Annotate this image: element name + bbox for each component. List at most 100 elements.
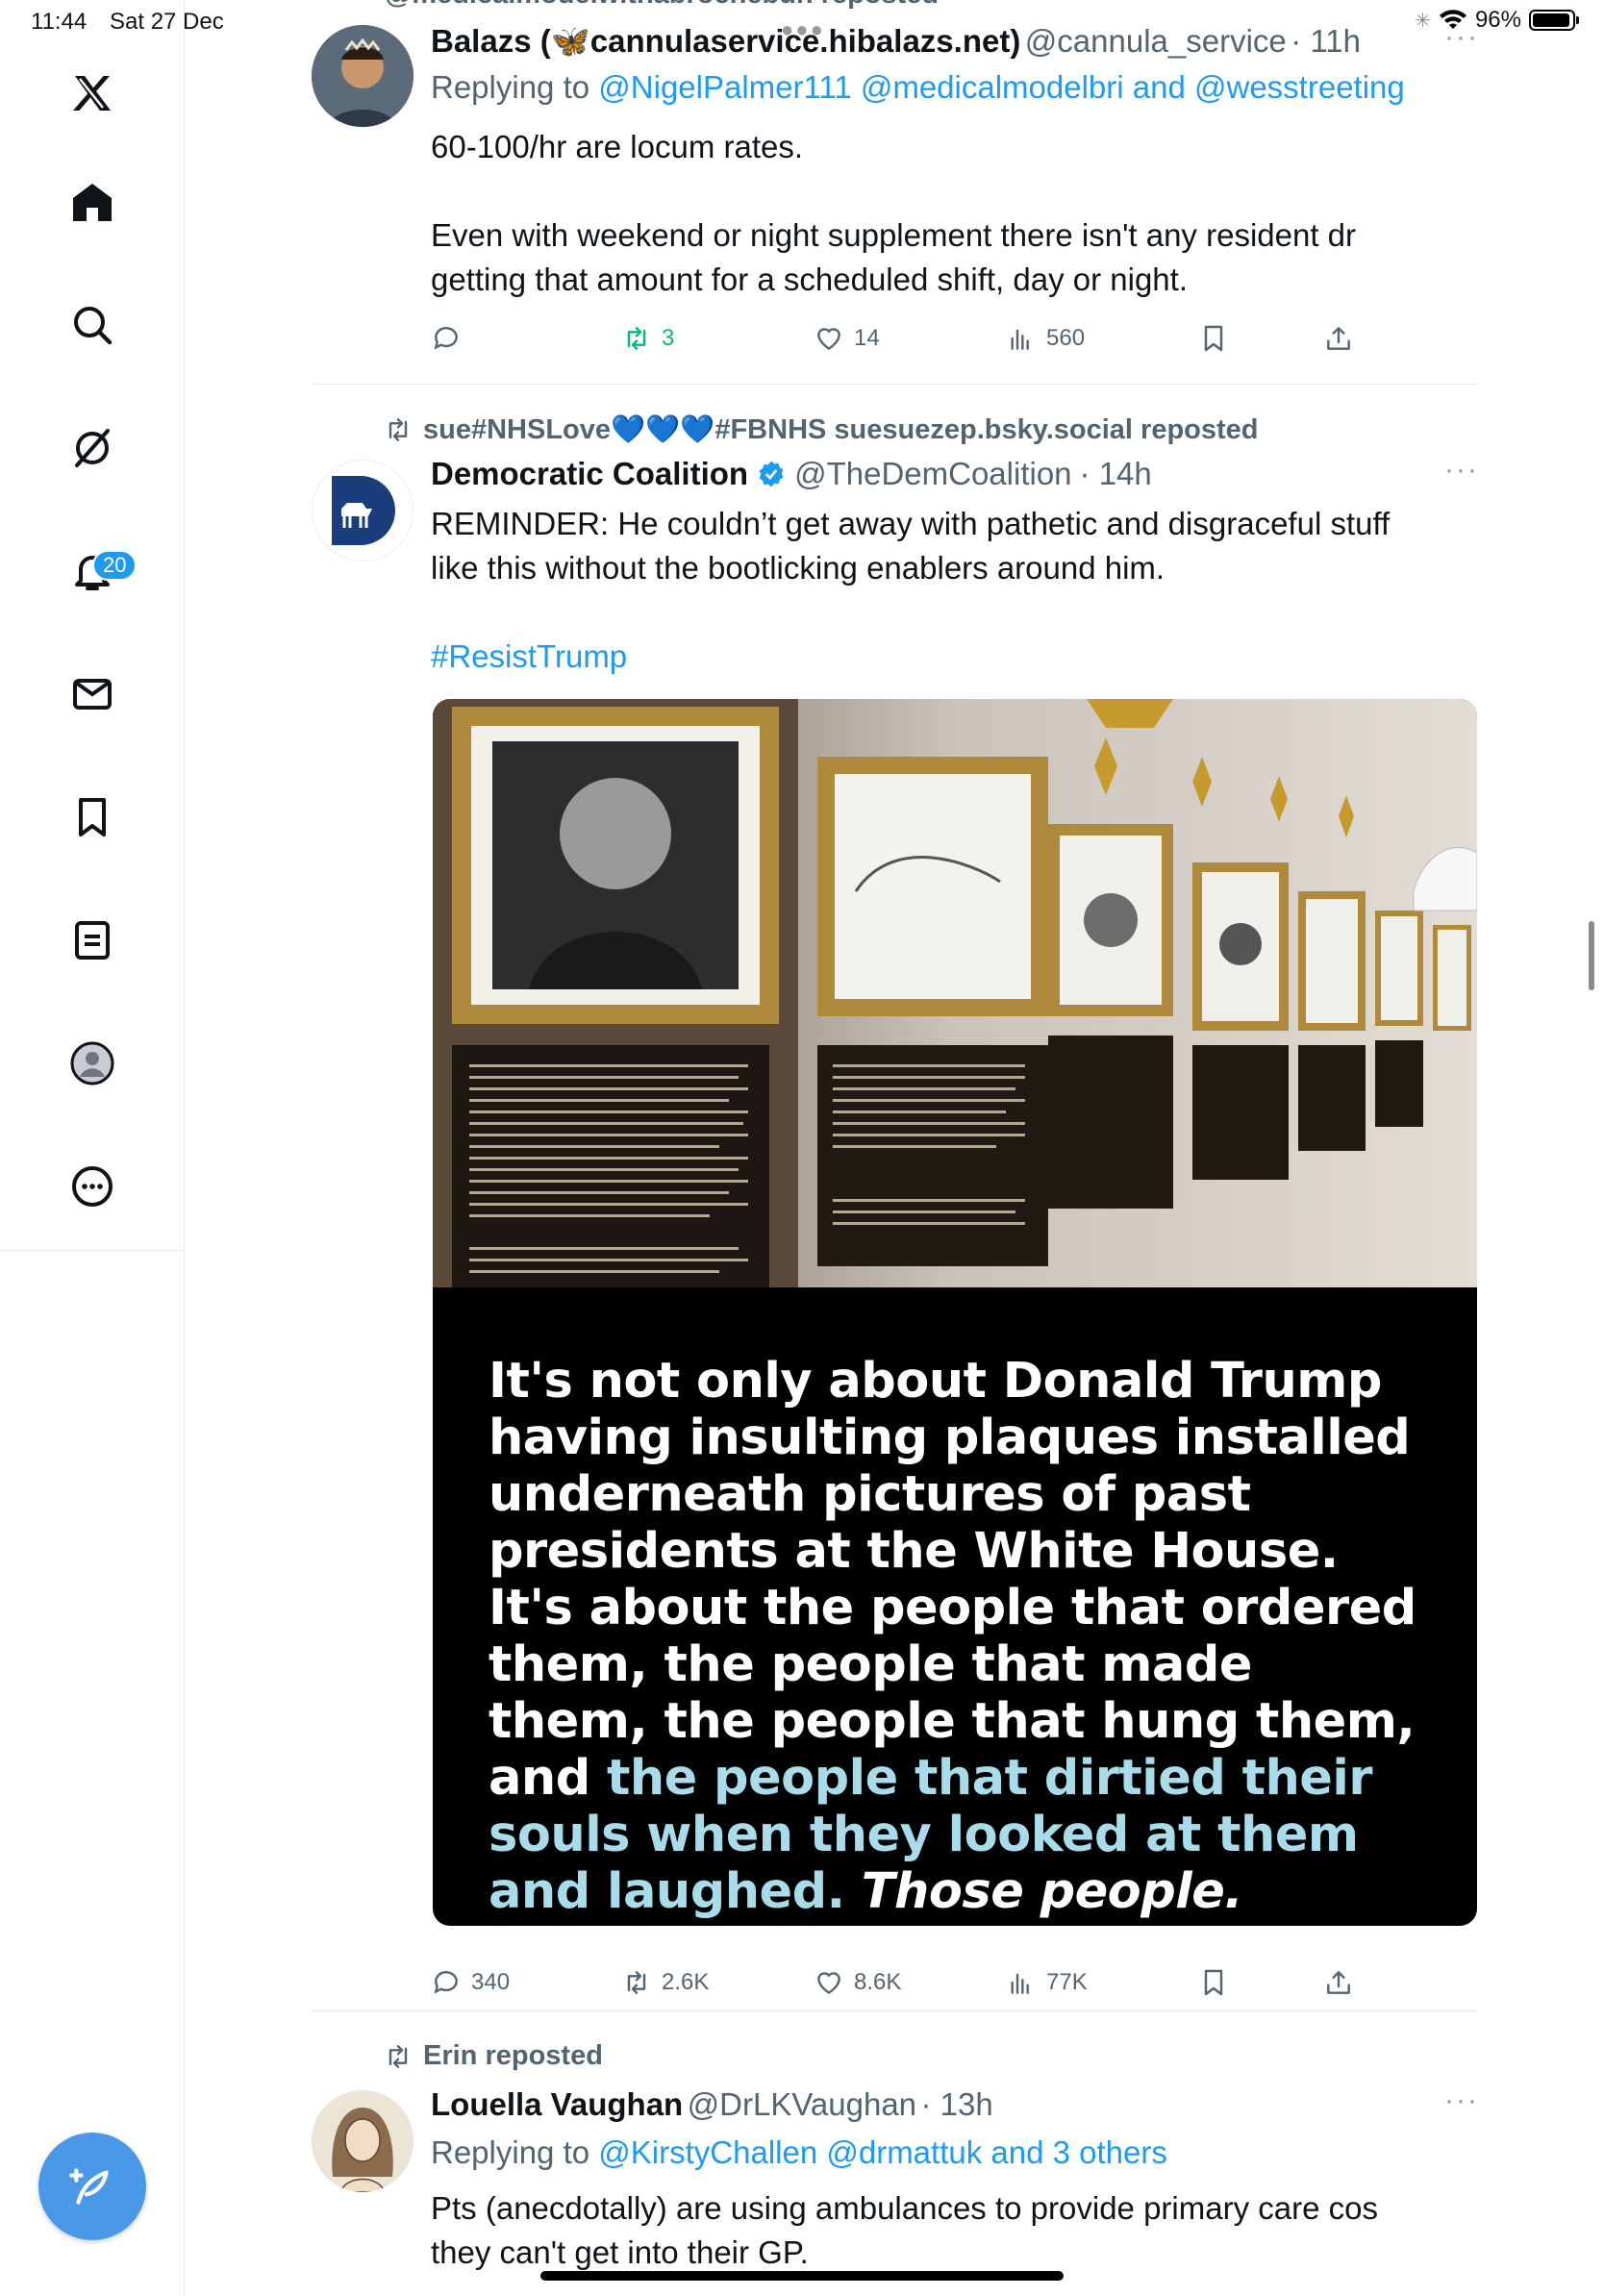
tweet-2[interactable]: sue#NHSLove💙💙💙#FBNHS suesuezep.bsky.soci… — [185, 385, 1477, 2019]
tweet-2-hashtag[interactable]: #ResistTrump — [431, 635, 627, 679]
man-avatar-icon — [312, 25, 414, 127]
meme-line-5: It's about the people that ordered — [489, 1580, 1416, 1636]
tweet-2-text-2: like this without the bootlicking enable… — [431, 550, 1165, 586]
woman-sketch-avatar-icon — [312, 2090, 414, 2192]
tweet-2-like-count: 8.6K — [854, 1969, 902, 1995]
tweet-1-avatar[interactable] — [312, 25, 414, 127]
meme-line-2: having insulting plaques installed — [489, 1410, 1411, 1466]
meme-line-10-italic: Those people. — [844, 1863, 1243, 1920]
retweet-icon — [388, 418, 408, 441]
tweet-2-retweet-count: 2.6K — [662, 1969, 710, 1995]
share-icon — [1327, 1971, 1350, 1994]
tweet-1-more-icon[interactable]: ··· — [1444, 21, 1479, 54]
meme-line-10-blue: and laughed. — [489, 1863, 845, 1920]
notifications-icon[interactable]: 20 — [0, 533, 185, 610]
battery-icon — [1529, 10, 1579, 31]
tweet-2-more-icon[interactable]: ··· — [1444, 454, 1479, 487]
tweet-1-replying-label: Replying to — [431, 69, 590, 105]
bookmarks-icon[interactable] — [0, 779, 185, 856]
tweet-3-time[interactable]: · 13h — [921, 2086, 993, 2122]
compose-feather-icon — [69, 2168, 109, 2205]
meme-line-4: presidents at the White House. — [489, 1523, 1339, 1580]
tweet-3[interactable]: Erin reposted Louella Vaughan @DrLKVaugh… — [185, 2011, 1477, 2296]
home-indicator[interactable] — [540, 2271, 1064, 2281]
retweet-icon — [627, 327, 646, 350]
scrollbar-thumb[interactable] — [1589, 921, 1594, 990]
tweet-1-bookmark-button[interactable] — [1198, 323, 1229, 354]
meme-line-10: and laughed. Those people. — [489, 1863, 1416, 1920]
messages-icon[interactable] — [0, 656, 185, 733]
battery-percent: 96% — [1474, 7, 1521, 33]
profile-avatar-icon[interactable] — [0, 1025, 185, 1102]
meme-line-8: and the people that dirtied their — [489, 1750, 1416, 1807]
tweet-2-repost-text: sue#NHSLove💙💙💙#FBNHS suesuezep.bsky.soci… — [423, 414, 1259, 445]
tweet-3-repost-line[interactable]: Erin reposted — [383, 2040, 603, 2072]
tweet-2-like-button[interactable]: 8.6K — [814, 1967, 901, 1998]
views-icon — [1011, 1973, 1029, 1994]
democratic-coalition-logo-icon — [332, 476, 395, 545]
tweet-1-handle[interactable]: @cannula_service — [1025, 23, 1287, 59]
meme-caption: It's not only about Donald Trump having … — [489, 1353, 1416, 1920]
tweet-3-avatar[interactable] — [312, 2090, 414, 2192]
reply-icon — [434, 1971, 458, 1994]
tweet-2-repost-line[interactable]: sue#NHSLove💙💙💙#FBNHS suesuezep.bsky.soci… — [383, 413, 1259, 446]
tweet-1-replying-to[interactable]: @NigelPalmer111 @medicalmodelbri and @we… — [598, 69, 1404, 105]
tweet-1-share-button[interactable] — [1323, 323, 1354, 354]
meme-line-1: It's not only about Donald Trump — [489, 1353, 1382, 1410]
tweet-2-actions: 340 2.6K 8.6K 77K — [431, 1963, 1392, 2002]
tweet-3-text-2: they can't get into their GP. — [431, 2234, 809, 2270]
meme-line-6: them, the people that made — [489, 1636, 1252, 1693]
white-house-plaques-photo — [433, 699, 1477, 1287]
more-icon[interactable] — [0, 1148, 185, 1225]
tweet-3-replying-label: Replying to — [431, 2134, 590, 2170]
tweet-1[interactable]: Balazs (🦋cannulaservice.hibalazs.net) @c… — [185, 0, 1477, 385]
lists-icon[interactable] — [0, 902, 185, 979]
tweet-2-views-button[interactable]: 77K — [1006, 1967, 1088, 1998]
tweet-3-handle[interactable]: @DrLKVaughan — [688, 2086, 916, 2122]
retweet-icon — [627, 1971, 646, 1994]
bookmark-icon — [1204, 325, 1223, 352]
tweet-1-like-count: 14 — [854, 325, 880, 351]
reply-icon — [434, 327, 458, 350]
tweet-2-bookmark-button[interactable] — [1198, 1967, 1229, 1998]
meme-line-7: them, the people that hung them, — [489, 1693, 1416, 1750]
tweet-1-time[interactable]: · 11h — [1291, 23, 1361, 59]
home-icon[interactable] — [0, 163, 185, 240]
tweet-2-time[interactable]: · 14h — [1080, 456, 1152, 492]
tweet-1-retweet-button[interactable]: 3 — [621, 323, 674, 354]
compose-button[interactable] — [38, 2133, 146, 2240]
views-icon — [1011, 329, 1029, 350]
verified-badge-icon — [759, 461, 784, 487]
meme-line-8-blue: the people that dirtied their — [607, 1750, 1373, 1807]
retweet-icon — [388, 2044, 408, 2068]
tweet-1-views-button[interactable]: 560 — [1006, 323, 1085, 354]
tweet-1-retweet-count: 3 — [662, 325, 675, 351]
heart-icon — [817, 1972, 840, 1995]
tweet-1-reply-button[interactable] — [431, 323, 462, 354]
tweet-2-view-count: 77K — [1046, 1969, 1088, 1995]
tweet-2-text-1: REMINDER: He couldn’t get away with path… — [431, 506, 1391, 541]
tweet-1-actions: 3 14 560 — [431, 319, 1392, 358]
tweet-1-text-3: getting that amount for a scheduled shif… — [431, 262, 1188, 297]
tweet-1-like-button[interactable]: 14 — [814, 323, 880, 354]
tweet-3-repost-text: Erin reposted — [423, 2040, 603, 2071]
tweet-2-retweet-button[interactable]: 2.6K — [621, 1967, 709, 1998]
tweet-2-reply-button[interactable]: 340 — [431, 1967, 510, 1998]
meme-line-9: souls when they looked at them — [489, 1807, 1359, 1863]
x-logo-icon[interactable] — [0, 55, 185, 132]
tweet-1-text-1: 60-100/hr are locum rates. — [431, 129, 804, 164]
tweet-1-author-name[interactable]: Balazs (🦋cannulaservice.hibalazs.net) — [431, 23, 1020, 59]
search-icon[interactable] — [0, 287, 185, 363]
tweet-1-view-count: 560 — [1046, 325, 1086, 351]
tweet-2-avatar[interactable] — [312, 460, 414, 562]
tweet-3-more-icon[interactable]: ··· — [1444, 2084, 1479, 2117]
grok-icon[interactable] — [0, 410, 185, 487]
tweet-2-media[interactable]: It's not only about Donald Trump having … — [433, 699, 1477, 1926]
tweet-2-handle[interactable]: @TheDemCoalition — [794, 456, 1071, 492]
tweet-2-share-button[interactable] — [1323, 1967, 1354, 1998]
tweet-3-author-name[interactable]: Louella Vaughan — [431, 2086, 683, 2122]
tweet-2-author-name[interactable]: Democratic Coalition — [431, 456, 748, 492]
tweet-3-replying-to[interactable]: @KirstyChallen @drmattuk and 3 others — [598, 2134, 1167, 2170]
share-icon — [1327, 327, 1350, 350]
tweet-1-text-2: Even with weekend or night supplement th… — [431, 217, 1357, 253]
